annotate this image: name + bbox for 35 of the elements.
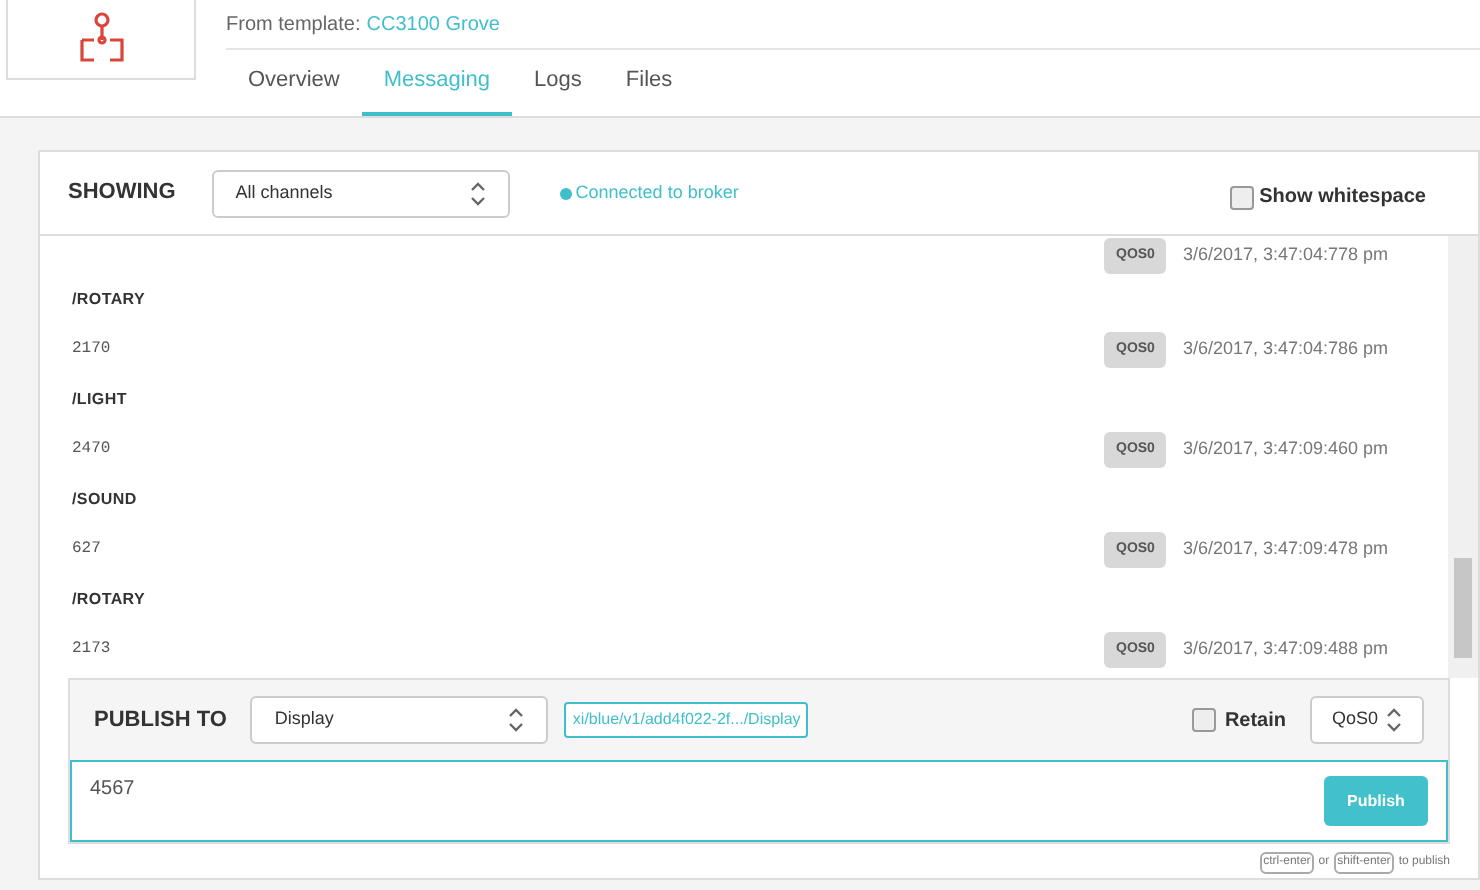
message-topic: /SOUND	[72, 488, 137, 512]
message-timestamp: 3/6/2017, 3:47:09:460 pm	[1182, 436, 1389, 463]
scrollbar[interactable]	[1448, 236, 1478, 678]
show-whitespace-checkbox[interactable]	[1229, 185, 1254, 209]
message-topic: /LIGHT	[72, 388, 127, 412]
chevron-updown-icon	[469, 181, 486, 205]
showing-label: SHOWING	[68, 178, 176, 209]
tab[interactable]: Files	[603, 50, 695, 116]
message-topic: /ROTARY	[72, 588, 146, 612]
message-timestamp: 3/6/2017, 3:47:04:778 pm	[1182, 242, 1389, 269]
topic-tag: xi/blue/v1/add4f022-2f.../Display	[564, 702, 809, 738]
chevron-updown-icon	[1386, 708, 1402, 732]
status-dot-icon	[559, 187, 572, 199]
channel-select[interactable]: All channels	[211, 169, 510, 217]
message-payload: 2173	[72, 638, 111, 662]
chevron-updown-icon	[508, 708, 525, 732]
tab[interactable]: Overview	[226, 50, 362, 116]
message-payload: 2170	[72, 338, 111, 362]
publish-to-label: PUBLISH TO	[94, 705, 227, 736]
qos-select[interactable]: QoS0	[1310, 696, 1424, 744]
template-label: From template:	[226, 11, 361, 39]
retain-checkbox[interactable]	[1192, 708, 1217, 732]
publish-channel-select[interactable]: Display	[250, 696, 549, 744]
message-payload: 627	[72, 538, 101, 562]
message-input[interactable]: 4567 Publish	[70, 760, 1448, 842]
tab[interactable]: Logs	[512, 50, 604, 116]
message-topic: /ROTARY	[72, 288, 146, 312]
message-timestamp: 3/6/2017, 3:47:04:786 pm	[1182, 336, 1389, 363]
device-logo-icon	[75, 11, 127, 67]
connection-status: Connected to broker	[575, 179, 739, 206]
message-timestamp: 3/6/2017, 3:47:09:488 pm	[1182, 636, 1389, 663]
message-payload: 2470	[72, 438, 111, 462]
show-whitespace-label: Show whitespace	[1259, 184, 1426, 212]
message-timestamp: 3/6/2017, 3:47:09:478 pm	[1182, 536, 1389, 563]
retain-label: Retain	[1224, 707, 1286, 735]
